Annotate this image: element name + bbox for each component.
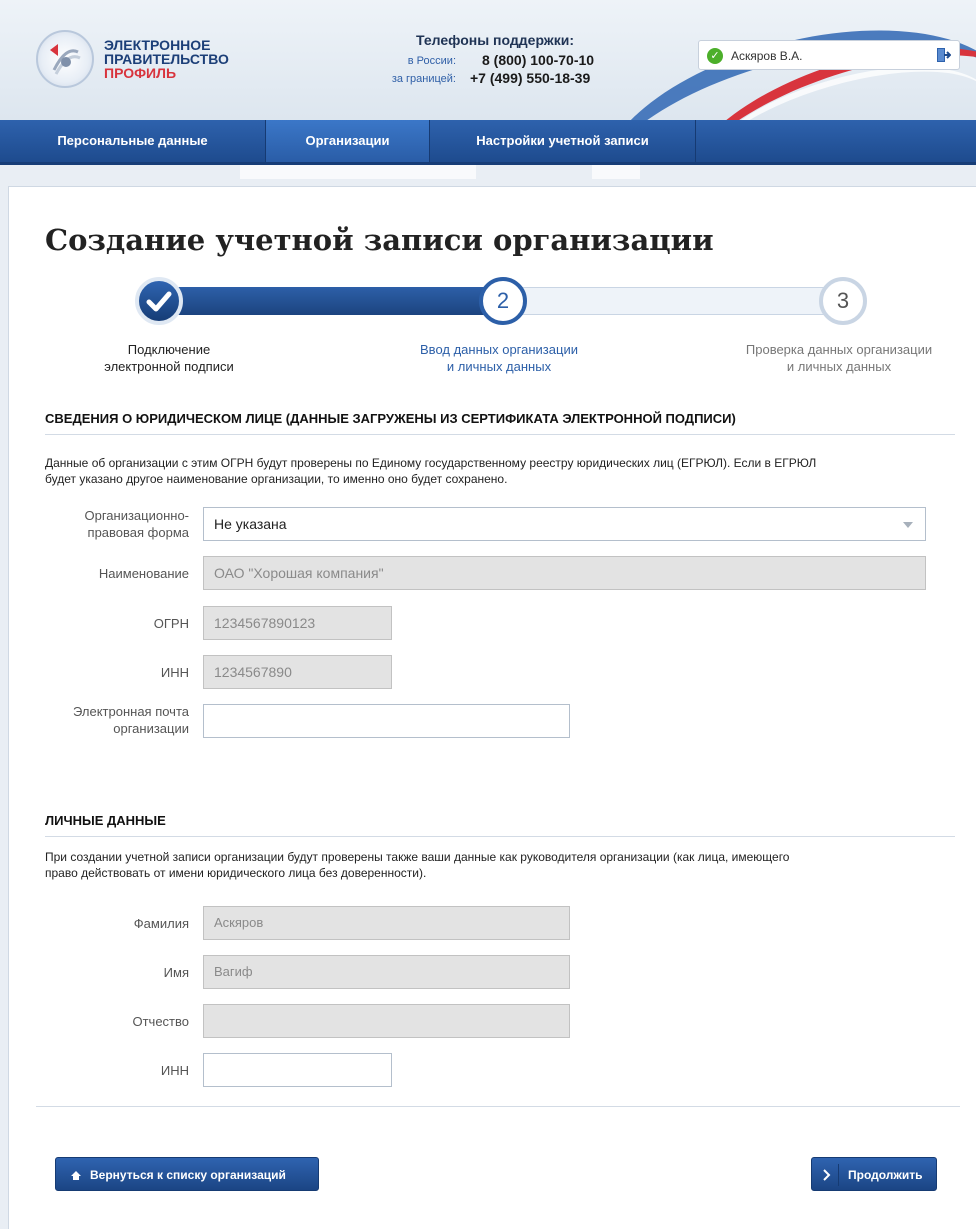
org-form-select[interactable]: Не указана — [203, 507, 926, 541]
logo-line-2: ПРАВИТЕЛЬСТВО — [104, 51, 229, 67]
support-russia-label: в России: — [407, 55, 456, 67]
steps-progress-fill — [143, 287, 517, 315]
support-abroad-phone: +7 (499) 550-18-39 — [470, 70, 591, 86]
chevron-down-icon[interactable] — [903, 522, 913, 528]
step-3-label: Проверка данных организации и личных дан… — [729, 341, 949, 375]
step-1-label-line2: электронной подписи — [104, 359, 234, 374]
main-nav: Персональные данные Организации Настройк… — [0, 120, 976, 165]
org-form-label-line2: правовая форма — [87, 525, 189, 540]
gov-emblem-icon[interactable] — [36, 30, 94, 88]
personal-desc-line1: При создании учетной записи организации … — [45, 850, 790, 864]
step-2-current: 2 — [479, 277, 527, 325]
support-russia-phone: 8 (800) 100-70-10 — [482, 52, 595, 68]
step-2-label-line1: Ввод данных организации — [420, 342, 578, 357]
step-3-label-line2: и личных данных — [786, 359, 892, 374]
org-name-label: Наименование — [98, 566, 189, 581]
org-inn-label: ИНН — [160, 665, 189, 680]
ogrn-field[interactable]: 1234567890123 — [203, 606, 392, 640]
verified-check-icon: ✓ — [707, 48, 723, 64]
legal-section-description: Данные об организации с этим ОГРН будут … — [45, 455, 965, 487]
logout-icon[interactable] — [935, 47, 952, 68]
legal-section-heading: СВЕДЕНИЯ О ЮРИДИЧЕСКОМ ЛИЦЕ (ДАННЫЕ ЗАГР… — [45, 411, 955, 435]
org-email-label-line2: организации — [113, 721, 189, 736]
support-title: Телефоны поддержки: — [416, 32, 575, 48]
step-3-pending: 3 — [819, 277, 867, 325]
nav-tab-personal-data[interactable]: Персональные данные — [0, 120, 266, 162]
personal-inn-label: ИНН — [160, 1063, 189, 1078]
step-2-label: Ввод данных организации и личных данных — [389, 341, 609, 375]
step-1-done — [135, 277, 183, 325]
patronymic-field[interactable] — [203, 1004, 570, 1038]
step-3-label-line1: Проверка данных организации — [745, 342, 933, 357]
user-name[interactable]: Аскяров В.А. — [731, 49, 802, 63]
support-abroad-label: за границей: — [391, 73, 456, 85]
page-title: Создание учетной записи организации — [45, 223, 714, 257]
first-name-field[interactable]: Вагиф — [203, 955, 570, 989]
org-name-field[interactable]: ОАО "Хорошая компания" — [203, 556, 926, 590]
org-email-input[interactable] — [203, 704, 570, 738]
checkmark-icon — [146, 291, 172, 312]
site-header: ЭЛЕКТРОННОЕ ПРАВИТЕЛЬСТВО ПРОФИЛЬ Телефо… — [0, 0, 976, 120]
logo-line-3: ПРОФИЛЬ — [104, 65, 177, 81]
org-email-label-line1: Электронная почта — [72, 704, 189, 719]
org-form-label: Организационно- правовая форма — [41, 507, 189, 541]
step-2-label-line2: и личных данных — [446, 359, 552, 374]
nav-tab-account-settings[interactable]: Настройки учетной записи — [430, 120, 696, 162]
main-content: Создание учетной записи организации 2 3 … — [8, 186, 976, 1229]
org-form-selected-value: Не указана — [214, 516, 287, 532]
user-box: ✓ Аскяров В.А. — [698, 40, 960, 70]
ogrn-label: ОГРН — [153, 616, 189, 631]
step-1-label: Подключение электронной подписи — [59, 341, 279, 375]
button-divider — [838, 1164, 839, 1186]
personal-section-description: При создании учетной записи организации … — [45, 849, 965, 881]
nav-tab-organizations[interactable]: Организации — [266, 120, 430, 162]
first-name-label: Имя — [163, 965, 189, 980]
surname-label: Фамилия — [133, 916, 189, 931]
continue-button-label: Продолжить — [848, 1168, 923, 1182]
footer-divider — [36, 1106, 960, 1107]
personal-desc-line2: право действовать от имени юридического … — [45, 866, 427, 880]
surname-field[interactable]: Аскяров — [203, 906, 570, 940]
org-inn-field[interactable]: 1234567890 — [203, 655, 392, 689]
nav-underline-decor — [240, 165, 476, 179]
chevron-right-icon — [822, 1158, 832, 1206]
org-form-label-line1: Организационно- — [84, 508, 189, 523]
site-logo-text[interactable]: ЭЛЕКТРОННОЕ ПРАВИТЕЛЬСТВО ПРОФИЛЬ — [104, 38, 229, 80]
back-button-label: Вернуться к списку организаций — [90, 1168, 286, 1182]
patronymic-label: Отчество — [132, 1014, 189, 1029]
legal-desc-line2: будет указано другое наименование органи… — [45, 472, 508, 486]
personal-section-heading: ЛИЧНЫЕ ДАННЫЕ — [45, 813, 955, 837]
org-email-label: Электронная почта организации — [41, 703, 189, 737]
legal-desc-line1: Данные об организации с этим ОГРН будут … — [45, 456, 817, 470]
personal-inn-input[interactable] — [203, 1053, 392, 1087]
home-icon — [70, 1158, 82, 1206]
back-to-organizations-button[interactable]: Вернуться к списку организаций — [55, 1157, 319, 1191]
continue-button[interactable]: Продолжить — [811, 1157, 937, 1191]
step-1-label-line1: Подключение — [127, 342, 211, 357]
logo-line-1: ЭЛЕКТРОННОЕ — [104, 37, 211, 53]
nav-underline-decor-2 — [592, 165, 640, 179]
